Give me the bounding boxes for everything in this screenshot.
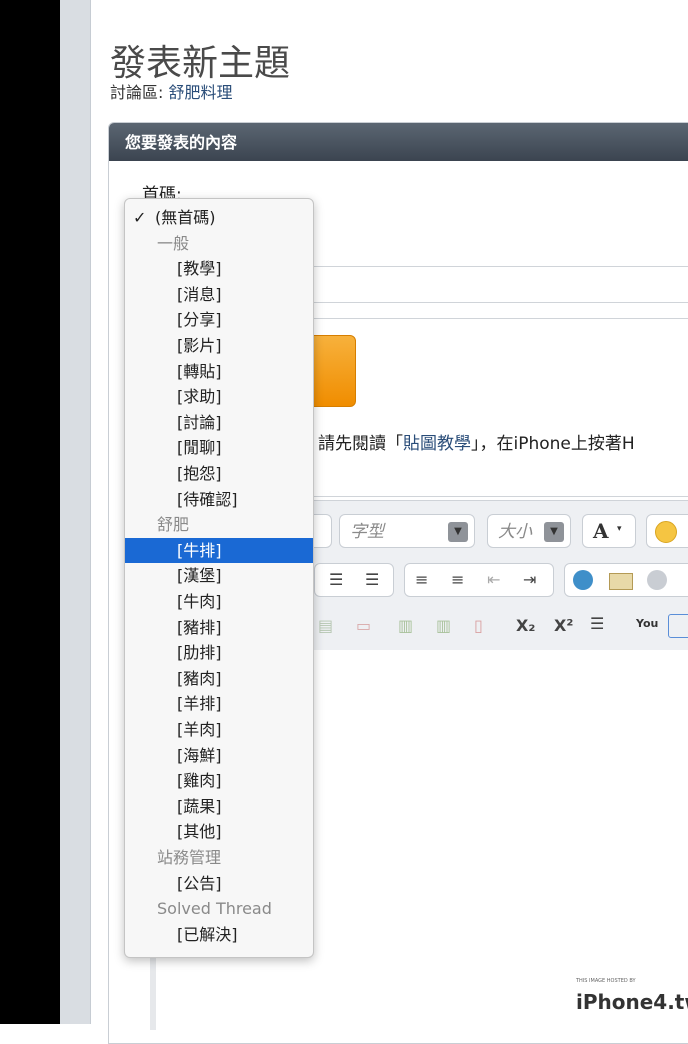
font-color-button[interactable]: A ▾ (582, 514, 636, 548)
align-center-icon[interactable]: ☰ (329, 570, 343, 589)
prefix-option[interactable]: [抱怨] (125, 461, 313, 487)
prefix-option[interactable]: [影片] (125, 333, 313, 359)
font-color-icon: A (593, 519, 609, 543)
prefix-option[interactable]: [雞肉] (125, 768, 313, 794)
checkmark-icon: ✓ (133, 208, 147, 227)
chevron-down-icon: ▼ (448, 522, 468, 542)
prefix-option[interactable]: [閒聊] (125, 435, 313, 461)
prefix-option[interactable]: [公告] (125, 871, 313, 897)
hint-prefix: 請先閱讀「 (318, 434, 403, 454)
prefix-option[interactable]: [豬肉] (125, 666, 313, 692)
image-tutorial-link[interactable]: 貼圖教學 (403, 434, 471, 454)
forum-breadcrumb: 討論區: 舒肥料理 (110, 79, 233, 103)
php-icon[interactable]: ▥ (436, 616, 451, 635)
prefix-option[interactable]: [教學] (125, 256, 313, 282)
option-label: (無首碼) (155, 208, 216, 227)
quote-icon[interactable]: ▯ (474, 616, 483, 635)
prefix-dropdown-menu[interactable]: ✓ (無首碼) 一般 [教學] [消息] [分享] [影片] [轉貼] [求助] [討論] [閒… (124, 198, 314, 958)
dropdown-group-label: 站務管理 (157, 848, 222, 867)
size-select[interactable]: 大小 ▼ (487, 514, 571, 548)
divider (312, 318, 688, 319)
email-icon[interactable] (609, 573, 633, 590)
forum-link[interactable]: 舒肥料理 (168, 83, 232, 102)
indent-icon[interactable]: ⇥ (523, 570, 536, 589)
divider (312, 266, 688, 267)
table-icon[interactable]: ▤ (318, 616, 333, 635)
list-group: ≡ ≡ ⇤ ⇥ (404, 563, 554, 597)
divider (312, 302, 688, 303)
prefix-option[interactable]: [漢堡] (125, 563, 313, 589)
prefix-option[interactable]: [討論] (125, 410, 313, 436)
prefix-option[interactable]: [牛排] (125, 537, 313, 564)
outdent-icon[interactable]: ⇤ (487, 570, 500, 589)
prefix-option[interactable]: [求助] (125, 384, 313, 410)
more-icon[interactable] (668, 614, 688, 638)
align-group: ☰ ☰ (314, 563, 394, 597)
font-select-label: 字型 (350, 522, 384, 542)
font-select[interactable]: 字型 ▼ (339, 514, 475, 548)
watermark-text: iPhone4.tw (576, 990, 688, 1014)
left-black-edge (0, 0, 60, 1024)
link-icon[interactable] (573, 570, 593, 590)
superscript-icon[interactable]: X² (554, 616, 573, 635)
unlink-icon[interactable] (647, 570, 667, 590)
prefix-option[interactable]: [豬排] (125, 615, 313, 641)
divider (312, 496, 688, 497)
prefix-option[interactable]: [肋排] (125, 640, 313, 666)
subscript-icon[interactable]: X₂ (516, 616, 535, 635)
watermark-caption: THIS IMAGE HOSTED BY (576, 978, 636, 984)
youtube-icon[interactable]: You (636, 617, 658, 630)
smilies-button[interactable] (646, 514, 688, 548)
align-right-icon[interactable]: ☰ (365, 570, 379, 589)
chevron-down-icon: ▼ (544, 522, 564, 542)
dropdown-group-label: Solved Thread (157, 899, 272, 919)
dropdown-group-label: 舒肥 (157, 515, 190, 535)
forum-label: 討論區: (110, 83, 169, 102)
insert-group (564, 563, 688, 597)
prefix-option[interactable]: [已解決] (125, 922, 313, 948)
prefix-option-none[interactable]: ✓ (無首碼) (125, 205, 313, 231)
hint-suffix: 」，在iPhone上按著H (471, 434, 635, 454)
prefix-option[interactable]: [羊排] (125, 691, 313, 717)
html-icon[interactable]: ▥ (398, 616, 413, 635)
left-sidebar-strip (60, 0, 91, 1024)
unordered-list-icon[interactable]: ≡ (451, 570, 464, 589)
prefix-option[interactable]: [其他] (125, 819, 313, 845)
smiley-icon (655, 521, 677, 543)
prefix-option[interactable]: [海鮮] (125, 743, 313, 769)
watermark-logo: THIS IMAGE HOSTED BY iPhone4.tw (576, 978, 688, 1014)
prefix-option[interactable]: [牛肉] (125, 589, 313, 615)
prefix-option[interactable]: [轉貼] (125, 359, 313, 385)
image-hint-text: 請先閱讀「貼圖教學」，在iPhone上按著H (318, 429, 635, 454)
prefix-option[interactable]: [羊肉] (125, 717, 313, 743)
size-select-label: 大小 (498, 522, 532, 542)
prefix-option[interactable]: [蔬果] (125, 794, 313, 820)
prefix-option[interactable]: [消息] (125, 282, 313, 308)
horizontal-rule-icon[interactable]: ☰ (590, 614, 604, 633)
code-icon[interactable]: ▭ (356, 616, 371, 635)
chevron-down-icon: ▾ (617, 524, 622, 534)
prefix-option[interactable]: [待確認] (125, 487, 313, 513)
dropdown-group-label: 一般 (157, 233, 190, 253)
ordered-list-icon[interactable]: ≡ (415, 570, 428, 589)
prefix-option[interactable]: [分享] (125, 307, 313, 333)
panel-header: 您要發表的內容 (109, 123, 688, 161)
